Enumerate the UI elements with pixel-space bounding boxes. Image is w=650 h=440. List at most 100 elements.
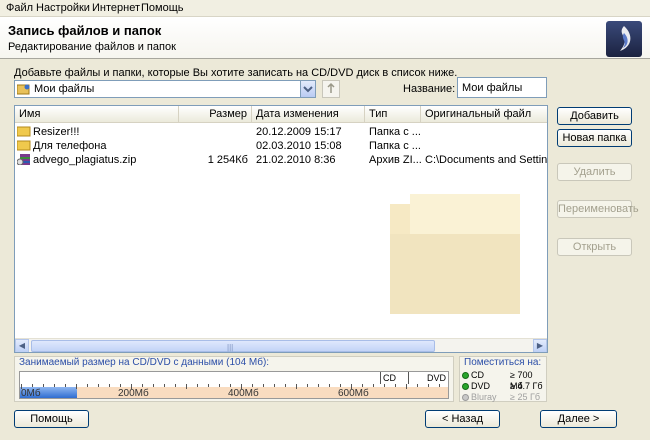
scale-tick	[285, 384, 286, 387]
delete-button[interactable]: Удалить	[557, 163, 632, 181]
fits-panel: Поместиться на: CD ≥ 700 Мб DVD ≥ 4.7 Гб…	[459, 356, 547, 402]
folder-combo[interactable]: Мои файлы	[14, 80, 314, 98]
scroll-thumb[interactable]: |||	[31, 340, 435, 352]
scale-tick	[252, 384, 253, 387]
scale-tick	[417, 384, 418, 387]
row-date: 02.03.2010 15:08	[256, 140, 342, 152]
scale-tick	[197, 384, 198, 387]
scale-tick	[439, 384, 440, 387]
menu-internet[interactable]: Интернет	[92, 2, 140, 14]
scale-tick	[373, 384, 374, 387]
scale-tick	[87, 384, 88, 387]
dvd-marker: DVD	[408, 372, 448, 384]
scale-tick	[329, 384, 330, 387]
folder-icon	[17, 126, 31, 137]
row-date: 20.12.2009 15:17	[256, 126, 342, 138]
scale-tick	[296, 384, 297, 389]
fit-row-dvd: DVD ≥ 4.7 Гб	[462, 381, 546, 392]
folder-combo-value: Мои файлы	[34, 83, 95, 95]
scale-tick	[384, 384, 385, 387]
scale-tick	[164, 384, 165, 387]
scale-tick	[65, 384, 66, 387]
scale-tick	[208, 384, 209, 387]
scale-tick	[54, 384, 55, 387]
help-button[interactable]: Помощь	[14, 410, 89, 428]
instruction-text: Добавьте файлы и папки, которые Вы хотит…	[14, 67, 458, 79]
row-original: C:\Documents and Settings\Ад	[425, 154, 547, 166]
cd-marker: CD	[380, 372, 408, 384]
row-type: Архив ZI...	[369, 154, 421, 166]
app-logo-icon	[606, 21, 642, 57]
rename-button[interactable]: Переименовать	[557, 200, 639, 218]
name-field[interactable]	[457, 77, 547, 98]
scale-tick	[120, 384, 121, 387]
scale-tick	[76, 384, 77, 389]
column-header-name[interactable]: Имя	[15, 106, 179, 123]
row-name: advego_plagiatus.zip	[33, 154, 137, 166]
column-header-size[interactable]: Размер	[179, 106, 252, 123]
status-off-icon	[462, 394, 469, 401]
table-row[interactable]: Для телефона 02.03.2010 15:08 Папка с ..…	[15, 139, 547, 153]
menu-bar: Файл Настройки Интернет Помощь	[0, 0, 650, 17]
tick-label-400: 400Мб	[228, 388, 259, 399]
page-subtitle: Редактирование файлов и папок	[8, 41, 176, 53]
menu-file[interactable]: Файл	[6, 2, 33, 14]
column-header-date[interactable]: Дата изменения	[252, 106, 365, 123]
capacity-panel: Занимаемый размер на CD/DVD с данными (1…	[14, 356, 454, 402]
scroll-left-button[interactable]: ◀	[15, 339, 29, 352]
tick-label-600: 600Мб	[338, 388, 369, 399]
menu-settings[interactable]: Настройки	[36, 2, 90, 14]
scale-tick	[98, 384, 99, 387]
scale-tick	[32, 384, 33, 387]
status-ok-icon	[462, 383, 469, 390]
fit-row-cd: CD ≥ 700 Мб	[462, 370, 546, 391]
row-type: Папка с ...	[369, 126, 421, 138]
next-button[interactable]: Далее >	[540, 410, 617, 428]
chevron-down-icon	[303, 86, 313, 93]
name-label: Название:	[403, 83, 456, 95]
grip-icon: |||	[227, 343, 234, 352]
file-list-header: Имя Размер Дата изменения Тип Оригинальн…	[15, 106, 547, 123]
new-folder-button[interactable]: Новая папка	[557, 129, 632, 147]
tick-label-0: 0Мб	[21, 388, 41, 399]
folder-combo-dropdown-button[interactable]	[300, 80, 316, 98]
scale-tick	[142, 384, 143, 387]
open-button[interactable]: Открыть	[557, 238, 632, 256]
scale-tick	[307, 384, 308, 387]
scale-tick	[230, 384, 231, 387]
fits-label: Поместиться на:	[464, 357, 542, 368]
back-button[interactable]: < Назад	[425, 410, 500, 428]
scale-tick	[395, 384, 396, 387]
scroll-right-button[interactable]: ▶	[533, 339, 547, 352]
table-row[interactable]: advego_plagiatus.zip 1 254Кб 21.02.2010 …	[15, 153, 547, 167]
horizontal-scrollbar[interactable]: ◀ ||| ▶	[15, 338, 547, 352]
status-ok-icon	[462, 372, 469, 379]
scale-tick	[362, 384, 363, 387]
tick-label-200: 200Мб	[118, 388, 149, 399]
add-button[interactable]: Добавить	[557, 107, 632, 125]
fit-row-bluray: Bluray ≥ 25 Гб	[462, 392, 546, 403]
folder-watermark-icon	[390, 194, 520, 314]
page-title: Запись файлов и папок	[8, 23, 162, 38]
menu-help[interactable]: Помощь	[141, 2, 184, 14]
row-date: 21.02.2010 8:36	[256, 154, 336, 166]
scale-tick	[219, 384, 220, 387]
row-type: Папка с ...	[369, 140, 421, 152]
row-size: 1 254Кб	[207, 154, 248, 166]
file-list[interactable]: Имя Размер Дата изменения Тип Оригинальн…	[14, 105, 548, 353]
scale-tick	[274, 384, 275, 387]
folder-user-icon	[17, 84, 30, 95]
table-row[interactable]: Resizer!!! 20.12.2009 15:17 Папка с ...	[15, 125, 547, 139]
folder-up-button[interactable]	[322, 80, 340, 98]
winrar-archive-icon	[17, 154, 30, 165]
scale-tick	[153, 384, 154, 387]
column-header-type[interactable]: Тип	[365, 106, 421, 123]
scale-tick	[406, 384, 407, 389]
capacity-label: Занимаемый размер на CD/DVD с данными (1…	[19, 357, 270, 368]
fit-name: CD	[471, 370, 484, 380]
folder-icon	[17, 140, 31, 151]
scale-tick	[318, 384, 319, 387]
scale-tick	[263, 384, 264, 387]
column-header-original[interactable]: Оригинальный файл	[421, 106, 547, 123]
fit-value: ≥ 4.7 Гб	[510, 381, 543, 391]
